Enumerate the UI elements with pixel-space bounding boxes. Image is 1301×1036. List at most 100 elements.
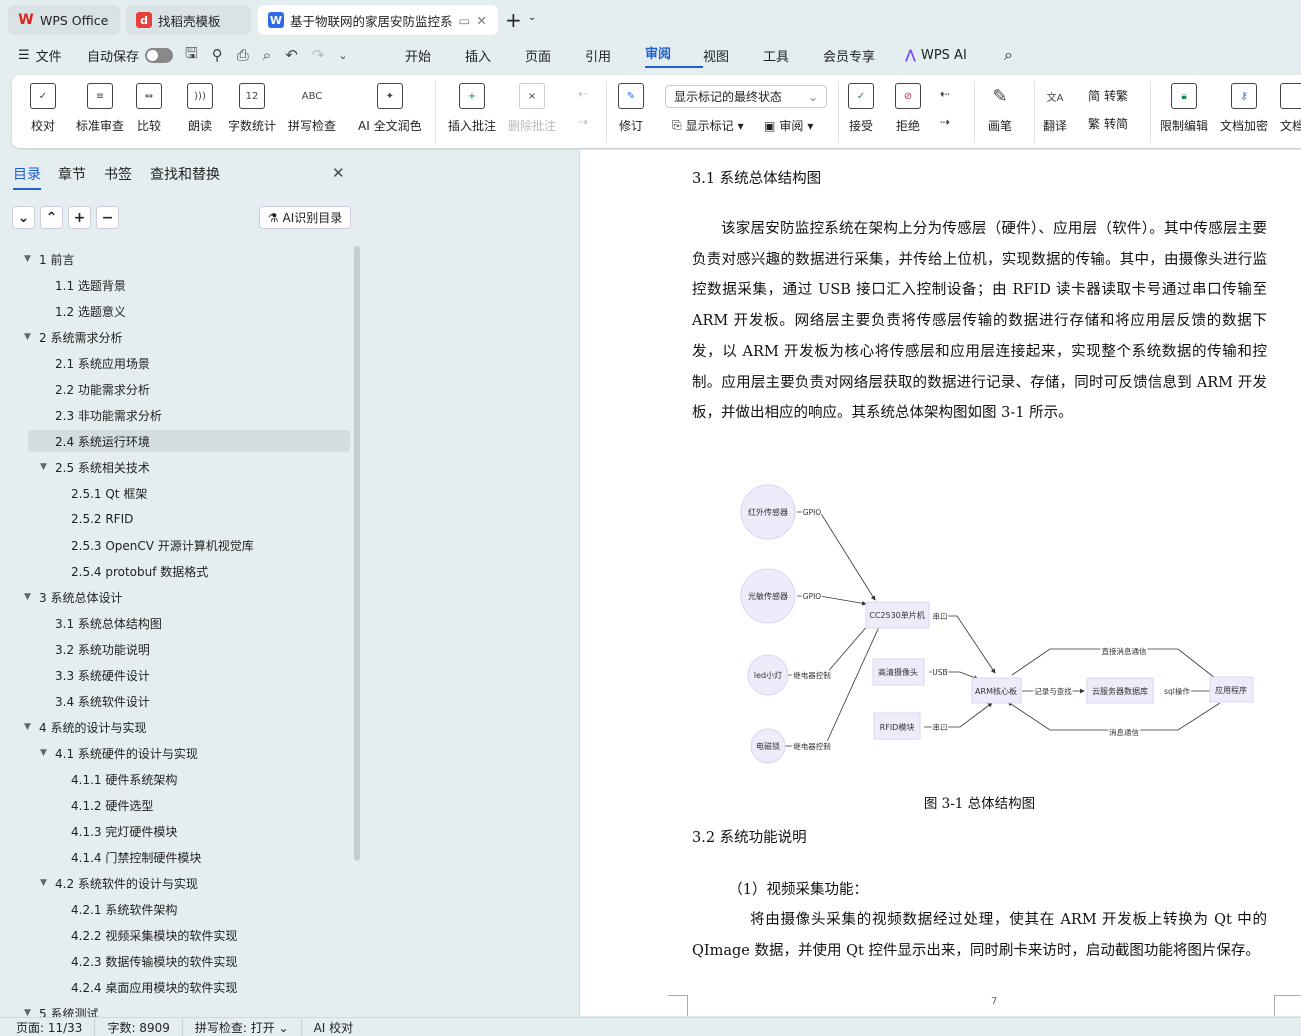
toc-item[interactable]: 4.2.4 桌面应用模块的软件实现 [28, 976, 350, 998]
prev-comment-icon[interactable]: ⇠ [578, 87, 588, 101]
toc-item[interactable]: 4.1.2 硬件选型 [28, 794, 350, 816]
toc-item[interactable]: ▼ 4 系统的设计与实现 [24, 716, 350, 738]
toc-item[interactable]: ▼ 2 系统需求分析 [24, 326, 350, 348]
ai-toc-button[interactable]: ⚗ AI识别目录 [259, 206, 351, 229]
toc-scrollbar[interactable] [354, 246, 360, 861]
toc-item[interactable]: ▼ 2.5 系统相关技术 [28, 456, 350, 478]
document-more-button[interactable]: 文档 [1280, 83, 1301, 134]
toc-item[interactable]: 4.2.2 视频采集模块的软件实现 [28, 924, 350, 946]
toc-item[interactable]: ▼ 4.1 系统硬件的设计与实现 [28, 742, 350, 764]
toc-item[interactable]: 2.5.3 OpenCV 开源计算机视觉库 [28, 534, 350, 556]
next-change-icon[interactable]: ⇢ [940, 115, 950, 129]
proofread-button[interactable]: ✓ 校对 [30, 83, 56, 134]
track-changes-button[interactable]: ✎ 修订 [618, 83, 644, 134]
print-icon[interactable]: ⎙ [237, 46, 249, 64]
menu-references[interactable]: 引用 [585, 46, 645, 65]
markup-display-select[interactable]: 显示标记的最终状态 ⌄ [665, 85, 827, 108]
toc-item[interactable]: 1.1 选题背景 [28, 274, 350, 296]
toc-item[interactable]: 3.1 系统总体结构图 [28, 612, 350, 634]
expand-triangle-icon[interactable]: ▼ [24, 254, 31, 264]
close-panel-icon[interactable]: ✕ [332, 164, 345, 182]
panel-tab-toc[interactable]: 目录 [13, 164, 41, 190]
expand-triangle-icon[interactable]: ▼ [40, 878, 47, 888]
insert-comment-button[interactable]: + 插入批注 [448, 83, 496, 134]
toc-item[interactable]: ▼ 1 前言 [24, 248, 350, 270]
toc-item[interactable]: 2.2 功能需求分析 [28, 378, 350, 400]
toc-item[interactable]: ▼ 3 系统总体设计 [24, 586, 350, 608]
compare-button[interactable]: ⇔ 比较 [136, 83, 162, 134]
share-icon[interactable]: ⚲ [212, 46, 223, 64]
collapse-up-button[interactable]: ⌃ [40, 206, 63, 229]
new-tab-icon[interactable]: + [505, 8, 522, 32]
menu-page[interactable]: 页面 [525, 46, 585, 65]
print-preview-icon[interactable]: ⌕ [263, 46, 271, 64]
menu-review[interactable]: 审阅 [645, 42, 703, 68]
word-count-button[interactable]: 12 字数统计 [228, 83, 276, 134]
menu-tools[interactable]: 工具 [763, 46, 823, 65]
toc-item[interactable]: ▼ 4.2 系统软件的设计与实现 [28, 872, 350, 894]
expand-triangle-icon[interactable]: ▼ [24, 332, 31, 342]
menu-insert[interactable]: 插入 [465, 46, 525, 65]
to-simplified-button[interactable]: 繁转简 [1088, 115, 1128, 132]
standard-review-button[interactable]: ≡ 标准审查 [76, 83, 124, 134]
file-menu[interactable]: ☰ 文件 [18, 40, 62, 70]
toc-item[interactable]: 4.2.3 数据传输模块的软件实现 [28, 950, 350, 972]
pen-button[interactable]: ✎ 画笔 [987, 83, 1013, 134]
expand-triangle-icon[interactable]: ▼ [40, 462, 47, 472]
tab-wps-office[interactable]: W WPS Office [8, 5, 120, 35]
undo-icon[interactable]: ↶ [285, 46, 298, 64]
toc-item[interactable]: 2.5.2 RFID [28, 508, 350, 530]
toc-item[interactable]: 3.2 系统功能说明 [28, 638, 350, 660]
menu-start[interactable]: 开始 [405, 46, 465, 65]
toc-item[interactable]: 3.4 系统软件设计 [28, 690, 350, 712]
chevron-down-icon[interactable]: ⌄ [528, 12, 536, 23]
show-markup-button[interactable]: ⎘ 显示标记 ▾ [672, 117, 744, 134]
ai-polish-button[interactable]: ✦ AI 全文润色 [358, 83, 422, 134]
to-traditional-button[interactable]: 简转繁 [1088, 87, 1128, 104]
autosave-toggle[interactable] [145, 47, 174, 63]
search-icon[interactable]: ⌕ [1004, 40, 1013, 70]
toc-item[interactable]: 1.2 选题意义 [28, 300, 350, 322]
delete-comment-button[interactable]: × 删除批注 [508, 83, 556, 134]
toc-item[interactable]: 2.1 系统应用场景 [28, 352, 350, 374]
toc-item[interactable]: 2.3 非功能需求分析 [28, 404, 350, 426]
accept-button[interactable]: ✓ 接受 [848, 83, 874, 134]
word-count[interactable]: 字数: 8909 [95, 1018, 183, 1036]
encrypt-button[interactable]: ⚷ 文档加密 [1220, 83, 1268, 134]
remove-heading-button[interactable]: − [96, 206, 119, 229]
toc-item[interactable]: 4.1.1 硬件系统架构 [28, 768, 350, 790]
restrict-editing-button[interactable]: 🔒︎ 限制编辑 [1160, 83, 1208, 134]
toc-item[interactable]: 4.1.3 完灯硬件模块 [28, 820, 350, 842]
panel-tab-chapters[interactable]: 章节 [58, 164, 86, 184]
save-icon[interactable]: 🖫 [185, 43, 198, 68]
toc-item[interactable]: 4.1.4 门禁控制硬件模块 [28, 846, 350, 868]
expand-triangle-icon[interactable]: ▼ [24, 722, 31, 732]
toc-item[interactable]: 2.4 系统运行环境 [28, 430, 350, 452]
tab-document[interactable]: W 基于物联网的家居安防监控系 ▭ ✕ [258, 5, 498, 35]
next-comment-icon[interactable]: ⇢ [578, 115, 588, 129]
review-pane-button[interactable]: ▣ 审阅 ▾ [764, 117, 813, 134]
toc-item[interactable]: 3.3 系统硬件设计 [28, 664, 350, 686]
spell-check-status[interactable]: 拼写检查: 打开 ⌄ [183, 1018, 302, 1036]
collapse-down-button[interactable]: ⌄ [12, 206, 35, 229]
wps-ai-menu[interactable]: ⋀ WPS AI [905, 40, 967, 70]
spell-check-button[interactable]: ABC 拼写检查 [288, 83, 336, 134]
panel-tab-bookmarks[interactable]: 书签 [104, 164, 132, 184]
toc-item[interactable]: 4.2.1 系统软件架构 [28, 898, 350, 920]
expand-triangle-icon[interactable]: ▼ [24, 592, 31, 602]
more-chevron-icon[interactable]: ⌄ [338, 49, 347, 62]
autosave[interactable]: 自动保存 [87, 40, 174, 70]
page-indicator[interactable]: 页面: 11/33 [16, 1018, 96, 1036]
read-aloud-button[interactable]: ))) 朗读 [187, 83, 213, 134]
close-tab-icon[interactable]: ✕ [476, 13, 486, 28]
toc-item[interactable]: 2.5.1 Qt 框架 [28, 482, 350, 504]
reject-button[interactable]: ⊘ 拒绝 [895, 83, 921, 134]
toc-item[interactable]: 2.5.4 protobuf 数据格式 [28, 560, 350, 582]
ai-proofread[interactable]: AI 校对 [302, 1019, 366, 1036]
menu-membership[interactable]: 会员专享 [823, 46, 903, 65]
redo-icon[interactable]: ↷ [312, 46, 325, 64]
prev-change-icon[interactable]: ⇠ [940, 87, 950, 101]
translate-button[interactable]: 文A 翻译 [1042, 83, 1068, 134]
menu-view[interactable]: 视图 [703, 46, 763, 65]
tab-templates[interactable]: d 找稻壳模板 [126, 5, 251, 35]
